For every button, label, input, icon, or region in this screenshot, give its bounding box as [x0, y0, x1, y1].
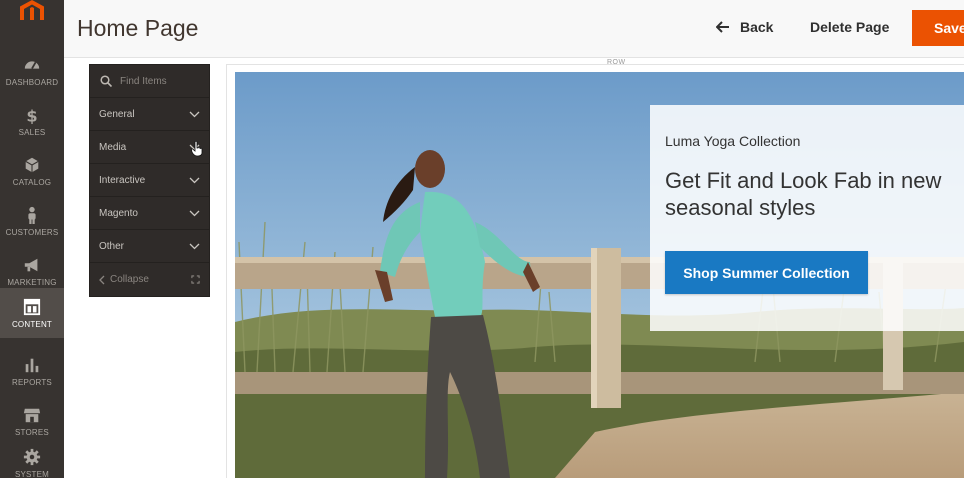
bar-chart-icon	[25, 358, 39, 372]
svg-text:$: $	[26, 106, 37, 124]
layout-icon	[23, 298, 41, 315]
nav-reports[interactable]: REPORTS	[0, 346, 64, 396]
panel-search[interactable]: Find Items	[90, 65, 209, 98]
nav-label: DASHBOARD	[5, 77, 59, 87]
nav-label: CONTENT	[11, 319, 53, 329]
magento-logo[interactable]	[0, 0, 64, 30]
nav-label: REPORTS	[12, 377, 52, 387]
nav-system[interactable]: SYSTEM	[0, 438, 64, 478]
nav-catalog[interactable]: CATALOG	[0, 146, 64, 196]
nav-label: SALES	[18, 127, 46, 137]
dollar-icon: $	[26, 106, 37, 124]
chevron-down-icon	[189, 111, 200, 117]
nav-label: MARKETING	[7, 277, 57, 287]
nav-sales[interactable]: $ SALES	[0, 96, 64, 146]
arrow-left-icon	[716, 21, 729, 33]
panel-group-label: Magento	[99, 207, 138, 219]
hand-cursor-icon	[191, 141, 203, 157]
panel-group-label: Media	[99, 141, 127, 153]
magento-logo-icon	[20, 0, 44, 20]
search-icon	[100, 75, 112, 87]
shop-summer-collection-button[interactable]: Shop Summer Collection	[665, 251, 868, 294]
gear-icon	[23, 448, 41, 465]
panel-group-interactive[interactable]: Interactive	[90, 164, 209, 197]
elements-panel: Find Items General Media Interactive Mag…	[89, 64, 210, 297]
cube-icon	[25, 157, 39, 172]
megaphone-icon	[24, 258, 38, 271]
fullscreen-icon[interactable]	[191, 275, 200, 284]
search-input[interactable]: Find Items	[120, 76, 167, 87]
panel-group-label: Other	[99, 240, 125, 252]
panel-group-magento[interactable]: Magento	[90, 197, 209, 230]
banner-overlay: Luma Yoga Collection Get Fit and Look Fa…	[650, 105, 964, 331]
save-button[interactable]: Save	[912, 10, 964, 46]
chevron-down-icon	[189, 210, 200, 216]
page-header: Home Page Back Delete Page Save	[64, 0, 964, 58]
dashboard-icon	[24, 60, 40, 69]
row-label: ROW	[607, 59, 626, 66]
app: DASHBOARD $ SALES CATALOG CUSTOMERS MARK…	[0, 0, 964, 478]
banner-kicker: Luma Yoga Collection	[665, 133, 801, 149]
banner-headline: Get Fit and Look Fab in new seasonal sty…	[665, 168, 942, 220]
nav-label: SYSTEM	[14, 469, 50, 478]
admin-sidebar: DASHBOARD $ SALES CATALOG CUSTOMERS MARK…	[0, 0, 64, 478]
back-button-label: Back	[740, 19, 774, 35]
nav-label: CATALOG	[12, 177, 52, 187]
panel-group-general[interactable]: General	[90, 98, 209, 131]
panel-footer: Collapse	[90, 263, 209, 296]
store-icon	[23, 408, 41, 422]
panel-group-label: General	[99, 108, 135, 120]
chevron-left-icon	[99, 275, 105, 284]
person-icon	[28, 206, 36, 224]
delete-page-button[interactable]: Delete Page	[810, 19, 889, 35]
nav-label: CUSTOMERS	[5, 227, 59, 237]
collapse-label: Collapse	[110, 274, 149, 285]
nav-dashboard[interactable]: DASHBOARD	[0, 46, 64, 96]
panel-group-other[interactable]: Other	[90, 230, 209, 263]
back-button[interactable]: Back	[716, 19, 773, 35]
nav-label: STORES	[15, 427, 49, 437]
chevron-down-icon	[189, 243, 200, 249]
chevron-down-icon	[189, 177, 200, 183]
panel-group-label: Interactive	[99, 174, 146, 186]
collapse-button[interactable]: Collapse	[99, 274, 149, 285]
nav-content[interactable]: CONTENT	[0, 288, 64, 338]
nav-customers[interactable]: CUSTOMERS	[0, 196, 64, 246]
page-title: Home Page	[77, 15, 199, 41]
